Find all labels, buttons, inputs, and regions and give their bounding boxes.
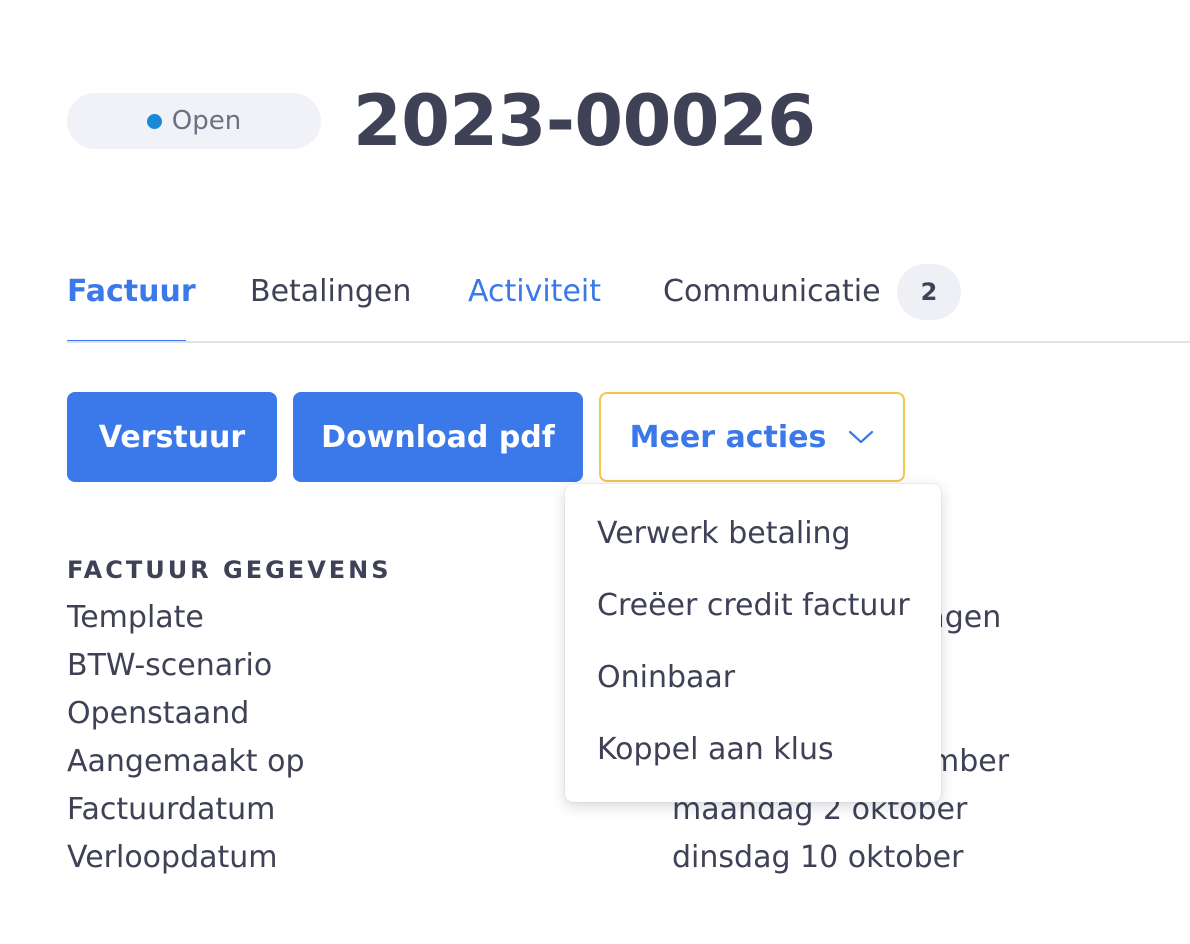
status-label: Open — [171, 106, 242, 136]
send-button[interactable]: Verstuur — [67, 392, 277, 482]
detail-label-factuurdatum: Factuurdatum — [67, 792, 276, 827]
detail-value-aangemaakt-op: mber — [930, 744, 1010, 779]
detail-label-openstaand: Openstaand — [67, 696, 250, 731]
menu-item-koppel-aan-klus[interactable]: Koppel aan klus — [597, 730, 834, 770]
more-actions-menu: Verwerk betaling Creëer credit factuur O… — [565, 484, 941, 802]
invoice-page: Open 2023-00026 Factuur Betalingen Activ… — [0, 0, 1190, 944]
page-title: 2023-00026 — [353, 80, 816, 162]
menu-item-verwerk-betaling[interactable]: Verwerk betaling — [597, 514, 851, 554]
detail-label-verloopdatum: Verloopdatum — [67, 840, 278, 875]
more-actions-label: Meer acties — [629, 419, 827, 455]
download-pdf-button[interactable]: Download pdf — [293, 392, 583, 482]
detail-value-verloopdatum: dinsdag 10 oktober — [672, 840, 964, 875]
status-dot-icon — [146, 113, 162, 129]
tabs-divider — [67, 341, 1190, 343]
communicatie-count-badge: 2 — [897, 264, 961, 320]
tab-activiteit[interactable]: Activiteit — [468, 270, 601, 314]
detail-label-template: Template — [67, 600, 204, 635]
tab-communicatie[interactable]: Communicatie — [663, 270, 881, 314]
detail-label-aangemaakt-op: Aangemaakt op — [67, 744, 305, 779]
tab-factuur[interactable]: Factuur — [67, 270, 196, 314]
section-heading: FACTUUR GEGEVENS — [67, 556, 392, 584]
chevron-down-icon — [849, 430, 874, 444]
tab-betalingen[interactable]: Betalingen — [250, 270, 411, 314]
menu-item-oninbaar[interactable]: Oninbaar — [597, 658, 735, 698]
status-badge: Open — [67, 93, 321, 149]
more-actions-button[interactable]: Meer acties — [599, 392, 905, 482]
detail-label-btw-scenario: BTW-scenario — [67, 648, 273, 683]
menu-item-creeer-credit-factuur[interactable]: Creëer credit factuur — [597, 586, 910, 626]
